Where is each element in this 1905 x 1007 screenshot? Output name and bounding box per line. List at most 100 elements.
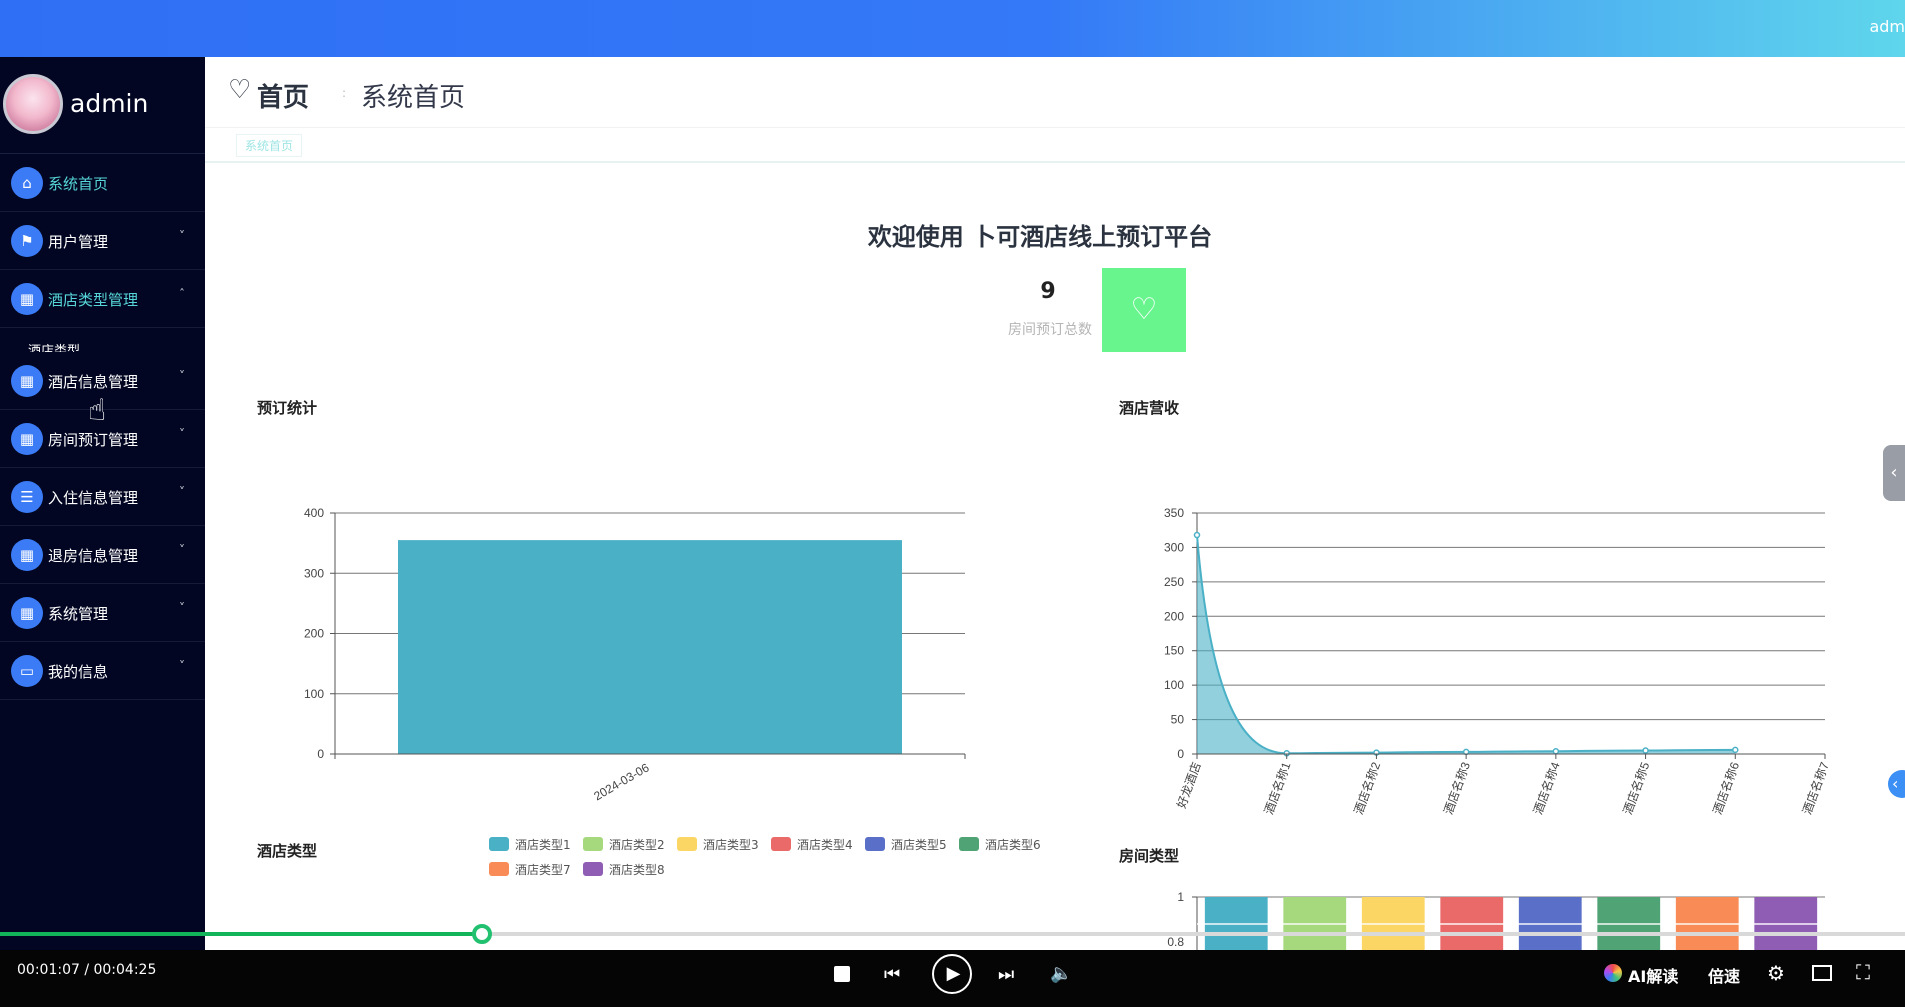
sidebar: admin ⌂ 系统首页 ⚑ 用户管理 ˅ ▦ 酒店类型管理 ˆ 酒店类型 ▦ 酒店信息管理 ˅ ▦ 房间… — [0, 57, 205, 950]
avatar[interactable] — [3, 74, 63, 134]
sidebar-item[interactable]: ☰ 入住信息管理 ˅ — [0, 468, 205, 526]
sidebar-item[interactable]: ▦ 退房信息管理 ˅ — [0, 526, 205, 584]
grid-icon: ▦ — [11, 423, 43, 455]
ai-logo-icon[interactable] — [1604, 964, 1622, 982]
y-tick-label: 150 — [1164, 644, 1184, 658]
legend-swatch — [865, 837, 885, 851]
y-tick-label: 0 — [1177, 747, 1184, 761]
sidebar-item[interactable]: ▦ 系统管理 ˅ — [0, 584, 205, 642]
y-tick-label: 50 — [1171, 713, 1185, 727]
list-icon: ☰ — [11, 481, 43, 513]
sidebar-item-label: 酒店类型管理 — [48, 291, 139, 309]
sidebar-item-label: 入住信息管理 — [48, 489, 139, 507]
chevron-icon: ˅ — [179, 485, 185, 499]
y-tick-label: 350 — [1164, 506, 1184, 520]
video-time: 00:01:07 / 00:04:25 — [17, 962, 157, 978]
sidebar-item-label: 我的信息 — [48, 663, 109, 681]
video-progress-bar[interactable] — [0, 932, 1905, 936]
home-icon: ⌂ — [11, 167, 43, 199]
stop-icon[interactable] — [834, 966, 850, 982]
side-expand-button[interactable]: ‹ — [1888, 770, 1905, 798]
chevron-icon: ˅ — [179, 601, 185, 615]
top-header: adm — [0, 0, 1905, 57]
grid-icon: ▦ — [11, 539, 43, 571]
booking-total-label: 房间预订总数 — [1008, 322, 1092, 338]
legend-swatch — [583, 862, 603, 876]
x-tick-label: 酒店名称5 — [1620, 760, 1653, 817]
chevron-icon: ˅ — [179, 427, 185, 441]
y-tick-label: 200 — [1164, 609, 1184, 623]
y-tick-label: 1 — [1177, 892, 1184, 904]
chevron-icon: ˆ — [179, 287, 185, 301]
sidebar-item[interactable]: ⌂ 系统首页 — [0, 154, 205, 212]
header-username[interactable]: adm — [1869, 17, 1905, 36]
revenue-area-chart: 0 50 100 150 200 250 300 350 好龙酒店 酒店名称1 酒店名称2 酒店名称3… — [1164, 506, 1832, 817]
submenu-item-label[interactable]: 酒店类型 — [28, 340, 80, 352]
sidebar-item-label: 系统管理 — [48, 605, 109, 623]
bar — [398, 540, 902, 754]
volume-icon[interactable]: 🔈 — [1050, 963, 1072, 984]
data-point — [1552, 747, 1560, 755]
play-icon[interactable]: ▶ — [932, 954, 972, 994]
sidebar-profile: admin — [0, 57, 205, 154]
sidebar-item[interactable]: ▭ 我的信息 ˅ — [0, 642, 205, 700]
next-icon[interactable]: ⏭ — [998, 964, 1014, 985]
grid-icon: ▦ — [11, 365, 43, 397]
legend-swatch — [677, 837, 697, 851]
picture-in-picture-icon[interactable] — [1812, 965, 1832, 981]
x-tick-label: 酒店名称3 — [1440, 760, 1473, 817]
sidebar-item-label: 退房信息管理 — [48, 547, 139, 565]
card-icon: ▭ — [11, 655, 43, 687]
heart-icon: ♡ — [228, 75, 252, 105]
sidebar-item-label: 酒店信息管理 — [48, 373, 139, 391]
breadcrumb-home[interactable]: 首页 — [257, 77, 309, 114]
legend-label: 酒店类型4 — [797, 838, 853, 852]
fullscreen-icon[interactable]: ⛶ — [1856, 960, 1870, 984]
video-progress-handle[interactable] — [472, 924, 492, 944]
sidebar-item-label: 用户管理 — [48, 233, 109, 251]
sidebar-item[interactable]: ▦ 酒店类型管理 ˆ — [0, 270, 205, 328]
legend-label: 酒店类型6 — [985, 838, 1041, 852]
heart-icon: ♡ — [1130, 292, 1158, 327]
revenue-chart-title: 酒店营收 — [1119, 399, 1180, 417]
welcome-title: 欢迎使用 卜可酒店线上预订平台 — [867, 223, 1213, 251]
data-point — [1732, 746, 1739, 754]
grid-icon: ▦ — [11, 283, 43, 315]
y-tick-label: 100 — [1164, 678, 1184, 692]
main-content: ♡ 首页 : 系统首页 系统首页 欢迎使用 卜可酒店线上预订平台 9 房间预订总… — [205, 57, 1905, 950]
side-collapse-button[interactable]: ‹ — [1883, 445, 1905, 501]
legend-swatch — [771, 837, 791, 851]
sidebar-item[interactable]: ⚑ 用户管理 ˅ — [0, 212, 205, 270]
chevron-icon: ˅ — [179, 369, 185, 383]
legend-label: 酒店类型7 — [515, 863, 571, 877]
tab-home[interactable]: 系统首页 — [236, 134, 303, 157]
stat-card: ♡ — [1102, 268, 1186, 352]
sidebar-item-label: 房间预订管理 — [48, 431, 139, 449]
room-type-chart-title: 房间类型 — [1119, 847, 1180, 865]
previous-icon[interactable]: ⏮ — [884, 964, 900, 985]
series-line — [1196, 534, 1736, 755]
settings-gear-icon[interactable]: ⚙ — [1767, 961, 1785, 985]
legend-swatch — [583, 837, 603, 851]
legend-label: 酒店类型8 — [609, 863, 665, 877]
y-tick-label: 0.8 — [1167, 935, 1184, 949]
y-tick-label: 400 — [304, 506, 324, 520]
booking-total-value: 9 — [1040, 279, 1056, 304]
x-tick-label: 酒店名称4 — [1530, 760, 1563, 817]
data-point — [1642, 747, 1649, 754]
hand-cursor-icon: ☝ — [88, 393, 107, 428]
speed-button[interactable]: 倍速 — [1708, 963, 1740, 987]
ai-interpret-button[interactable]: AI解读 — [1628, 963, 1678, 987]
y-tick-label: 300 — [1164, 540, 1184, 554]
booking-chart-title: 预订统计 — [257, 399, 318, 417]
area-fill — [1197, 535, 1736, 754]
chevron-icon: ˅ — [179, 659, 185, 673]
hotel-type-chart-title: 酒店类型 — [257, 842, 318, 860]
legend-label: 酒店类型3 — [703, 838, 759, 852]
x-tick-label: 2024-03-06 — [591, 760, 651, 803]
legend-label: 酒店类型2 — [609, 838, 665, 852]
y-tick-label: 0 — [317, 747, 324, 761]
legend-swatch — [489, 862, 509, 876]
room-type-bar-chart: 10.8 — [1167, 892, 1825, 950]
x-tick-label: 好龙酒店 — [1174, 760, 1204, 810]
